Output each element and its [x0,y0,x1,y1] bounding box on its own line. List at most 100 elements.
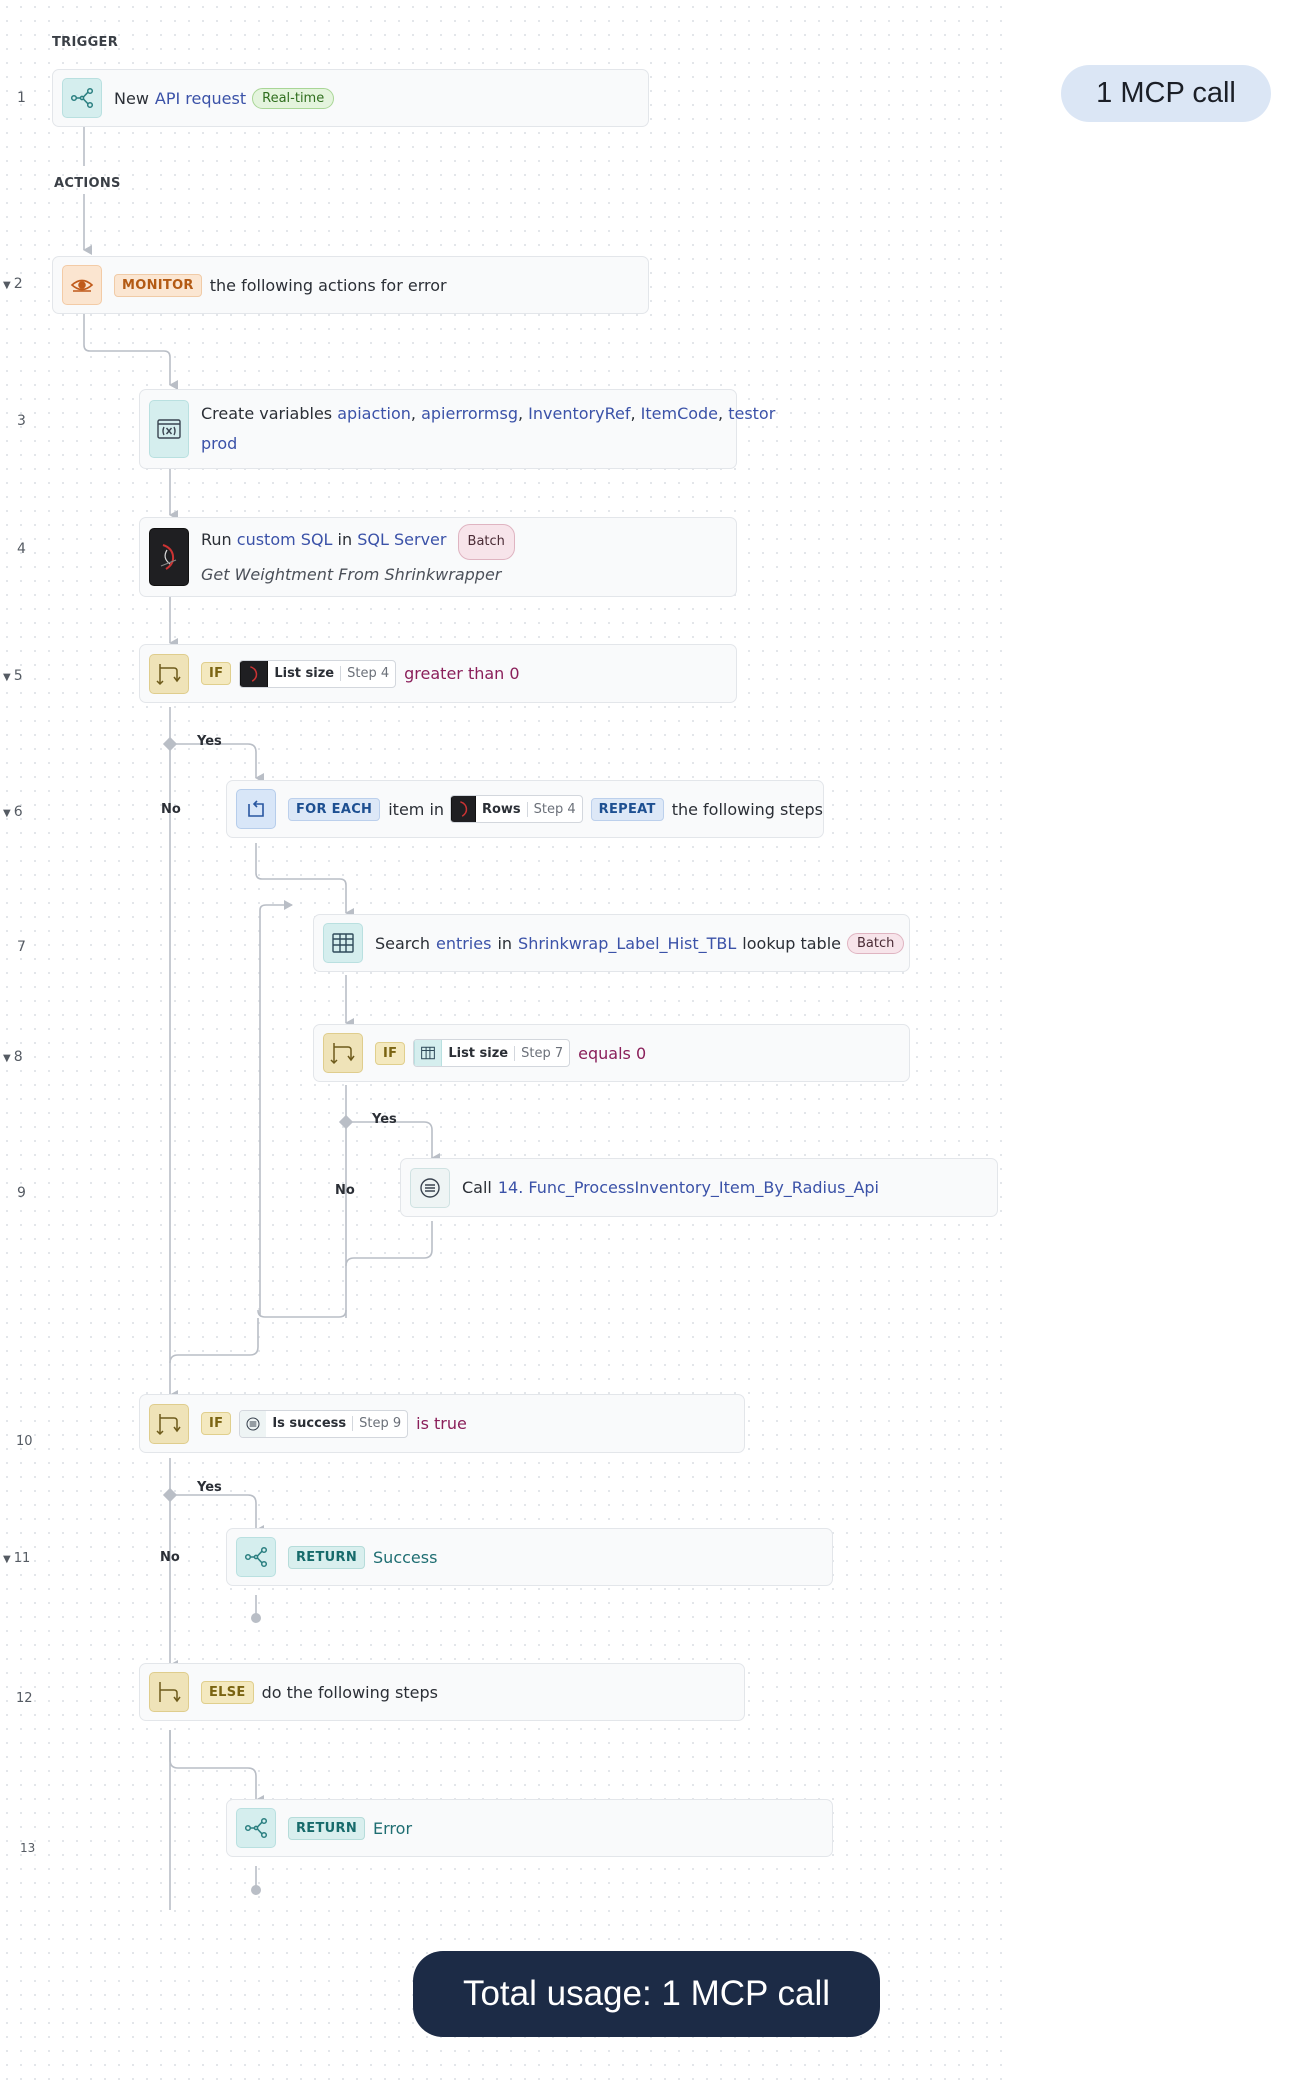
line-number-4: 4 [17,541,26,557]
sql-server-link[interactable]: SQL Server [357,530,446,549]
line-number-7: 7 [17,939,26,955]
variable-itemcode[interactable]: ItemCode [641,404,718,423]
is-success-chip[interactable]: Is success Step 9 [239,1409,409,1438]
step-4-in-text: in [337,530,353,549]
actions-section-label: ACTIONS [54,176,121,191]
step-3-text: Create variables [201,404,333,423]
return-keyword: RETURN [288,1545,366,1569]
line-number-10: 10 [16,1434,33,1449]
collapse-caret-icon[interactable]: ▼ [3,1053,11,1064]
realtime-pill: Real-time [252,87,335,109]
rows-chip[interactable]: Rows Step 4 [450,795,583,823]
if-keyword: IF [201,662,232,685]
api-branch-icon [62,78,102,118]
sql-server-icon [240,660,269,687]
line-number-2[interactable]: ▼ 2 [3,276,37,292]
variable-prod[interactable]: prod [201,434,237,453]
list-size-chip[interactable]: List size Step 4 [239,659,397,688]
trigger-section-label: TRIGGER [52,35,119,50]
line-number-8[interactable]: ▼ 8 [3,1049,37,1065]
if-keyword: IF [201,1412,232,1435]
step-10-condition: is true [416,1414,467,1433]
if-branch-icon [323,1033,363,1073]
function-icon [240,1410,267,1437]
variable-inventoryref[interactable]: InventoryRef [528,404,630,423]
sql-server-icon [451,796,476,822]
no-label: No [335,1183,355,1198]
yes-label: Yes [197,734,222,749]
else-branch-icon [149,1672,189,1712]
step-6-item-in-text: item in [388,799,445,819]
total-usage-badge: Total usage: 1 MCP call [413,1951,880,2037]
variable-apierrormsg[interactable]: apierrormsg [421,404,518,423]
batch-pill: Batch [847,932,905,954]
loop-icon [236,789,276,829]
step-6-text: the following steps [671,799,823,819]
custom-sql-link[interactable]: custom SQL [237,530,333,549]
return-keyword: RETURN [288,1816,366,1840]
step-11-return-card[interactable]: RETURN Success [226,1528,833,1586]
line-number-3: 3 [17,413,26,429]
return-icon [236,1537,276,1577]
step-6-foreach-card[interactable]: FOR EACH item in Rows Step 4 REPEAT the … [226,780,824,838]
collapse-caret-icon[interactable]: ▼ [3,672,11,683]
return-icon [236,1808,276,1848]
mcp-call-badge: 1 MCP call [1061,65,1271,122]
line-number-13: 13 [20,1841,36,1855]
variable-testor[interactable]: testor [728,404,775,423]
collapse-caret-icon[interactable]: ▼ [3,280,11,291]
yes-label: Yes [372,1112,397,1127]
step-2-text: the following actions for error [209,275,447,295]
step-1-link[interactable]: API request [155,89,246,108]
step-7-search-card[interactable]: Search entries in Shrinkwrap_Label_Hist_… [313,914,910,972]
step-12-text: do the following steps [261,1682,438,1702]
step-4-sql-card[interactable]: Run custom SQL in SQL Server Batch Get W… [139,517,737,597]
step-3-variables-card[interactable]: Create variables apiaction, apierrormsg,… [139,389,775,469]
step-5-if-card[interactable]: IF List size Step 4 greater than 0 [139,644,737,703]
step-9-call-card[interactable]: Call 14. Func_ProcessInventory_Item_By_R… [400,1158,998,1217]
no-label: No [161,802,181,817]
collapse-caret-icon[interactable]: ▼ [3,808,11,819]
line-number-9: 9 [17,1185,26,1201]
step-9-call-text: Call [462,1178,492,1197]
canvas-right-blank [1010,0,1312,2089]
step-1-trigger-card[interactable]: New API request Real-time [52,69,649,127]
step-10-if-card[interactable]: IF Is success Step 9 is true [139,1394,745,1453]
step-2-monitor-card[interactable]: MONITOR the following actions for error [52,256,649,314]
sql-server-icon [149,528,189,586]
eye-icon [62,265,102,305]
line-number-12: 12 [16,1691,33,1706]
function-icon [410,1167,450,1208]
variables-icon [149,400,189,458]
no-label: No [160,1550,180,1565]
step-8-if-card[interactable]: IF List size Step 7 equals 0 [313,1024,910,1082]
if-branch-icon [149,653,189,694]
table-icon [414,1040,443,1066]
step-7-search-text: Search [375,933,430,953]
step-12-else-card[interactable]: ELSE do the following steps [139,1663,745,1721]
step-7-lookup-text: lookup table [742,933,841,953]
step-4-subtitle: Get Weightment From Shrinkwrapper [201,565,502,584]
else-keyword: ELSE [201,1680,254,1704]
entries-link[interactable]: entries [436,934,491,953]
if-branch-icon [149,1403,189,1444]
foreach-keyword: FOR EACH [288,797,381,821]
collapse-caret-icon[interactable]: ▼ [3,1554,11,1565]
step-7-in-text: in [497,933,513,953]
if-keyword: IF [375,1041,406,1065]
lookup-table-link[interactable]: Shrinkwrap_Label_Hist_TBL [518,934,736,953]
line-number-6[interactable]: ▼ 6 [3,804,37,820]
line-number-11[interactable]: ▼ 11 [3,1551,37,1566]
variable-apiaction[interactable]: apiaction [337,404,411,423]
step-13-value: Error [373,1818,413,1838]
step-5-condition: greater than 0 [404,664,520,683]
step-13-return-card[interactable]: RETURN Error [226,1799,833,1857]
batch-pill: Batch [457,524,515,560]
line-number-5[interactable]: ▼ 5 [3,668,37,684]
list-size-chip[interactable]: List size Step 7 [413,1039,571,1067]
table-icon [323,923,363,963]
function-link[interactable]: 14. Func_ProcessInventory_Item_By_Radius… [498,1178,879,1197]
line-number-1: 1 [17,90,26,106]
yes-label: Yes [197,1480,222,1495]
repeat-keyword: REPEAT [590,797,664,821]
